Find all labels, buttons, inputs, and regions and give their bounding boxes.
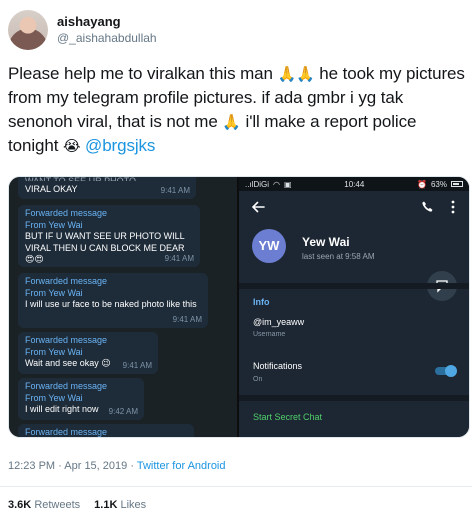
likes-label: Likes xyxy=(120,499,147,511)
message-text: I will use ur face to be naked photo lik… xyxy=(25,299,197,309)
retweets-label: Retweets xyxy=(34,499,81,511)
retweets-stat[interactable]: 3.6K Retweets xyxy=(8,499,80,511)
forwarded-label: Forwarded message xyxy=(25,427,108,437)
user-avatar[interactable] xyxy=(8,10,48,50)
tweet-source-link[interactable]: Twitter for Android xyxy=(137,460,226,472)
forwarded-label: Forwarded message xyxy=(25,208,108,218)
tweet-date[interactable]: Apr 15, 2019 xyxy=(64,460,127,472)
image-icon: ▣ xyxy=(283,179,292,189)
last-seen: last seen at 9:58 AM xyxy=(302,252,375,261)
chat-bubble: Forwarded message From Yew Wai I will us… xyxy=(18,273,208,328)
contact-name: Yew Wai xyxy=(302,235,350,249)
tweet-text: Please help me to viralkan this man 🙏🙏 h… xyxy=(8,62,468,158)
tweet-stats: 3.6K Retweets 1.1K Likes xyxy=(8,499,146,511)
message-time: 9:41 AM xyxy=(122,360,152,370)
likes-stat[interactable]: 1.1K Likes xyxy=(94,499,146,511)
chat-bubble: Forwarded message From Yew Wai BUT IF U … xyxy=(18,205,200,267)
toggle-knob xyxy=(445,365,457,377)
section-divider xyxy=(239,283,469,289)
status-clock: 10:44 xyxy=(344,179,365,189)
mention-link[interactable]: @brgsjks xyxy=(85,136,155,155)
tweet-text-part1: Please help me to viralkan this man xyxy=(8,64,278,83)
username-value[interactable]: @im_yeaww xyxy=(253,317,304,327)
status-bar-right: ⏰ 63% xyxy=(417,180,463,189)
battery-icon xyxy=(451,181,463,187)
info-section-label: Info xyxy=(253,297,270,307)
meta-separator: · xyxy=(127,460,137,472)
contact-avatar[interactable]: YW xyxy=(252,229,286,263)
more-vertical-icon[interactable] xyxy=(451,200,455,214)
profile-toolbar xyxy=(239,191,469,225)
praying-hands-icon: 🙏🙏 xyxy=(277,66,315,83)
notifications-toggle[interactable] xyxy=(435,365,457,377)
status-bar: ..ılDiGi ◠ ▣ 10:44 ⏰ 63% xyxy=(239,177,469,191)
forwarded-label: Forwarded message xyxy=(25,276,108,286)
start-secret-chat-button[interactable]: Start Secret Chat xyxy=(253,412,322,422)
tweet-media[interactable]: WANT TO SEE UR PHOTO VIRAL OKAY 9:41 AM … xyxy=(8,176,470,438)
message-time: 9:41 AM xyxy=(172,314,202,324)
user-handle[interactable]: @_aishahabdullah xyxy=(57,30,157,46)
chat-bubble: Forwarded message From Yew Wai I will ed… xyxy=(18,378,144,420)
notifications-state: On xyxy=(253,376,263,383)
back-arrow-icon[interactable] xyxy=(251,200,265,214)
message-time: 9:41 AM xyxy=(160,185,190,195)
stats-divider xyxy=(0,486,472,487)
tweet-time[interactable]: 12:23 PM xyxy=(8,460,55,472)
tweet-meta: 12:23 PM · Apr 15, 2019 · Twitter for An… xyxy=(8,460,226,472)
notifications-label: Notifications xyxy=(253,361,303,371)
display-name[interactable]: aishayang xyxy=(57,14,157,30)
praying-hands-icon: 🙏 xyxy=(222,114,241,131)
status-bar-left: ..ılDiGi ◠ ▣ xyxy=(245,180,292,189)
chat-bubble: Forwarded message xyxy=(18,424,194,437)
username-label: Username xyxy=(253,331,286,338)
retweets-count: 3.6K xyxy=(8,499,32,511)
forwarded-from: From Yew Wai xyxy=(25,392,83,403)
user-names: aishayang @_aishahabdullah xyxy=(57,14,157,46)
phone-icon[interactable] xyxy=(421,200,434,213)
crying-face-icon: 😭 xyxy=(62,138,81,155)
forwarded-label: Forwarded message xyxy=(25,381,108,391)
chat-bubble: VIRAL OKAY 9:41 AM xyxy=(18,181,196,199)
carrier-label: ..ılDiGi xyxy=(245,179,269,189)
chat-screenshot[interactable]: WANT TO SEE UR PHOTO VIRAL OKAY 9:41 AM … xyxy=(9,177,237,437)
message-time: 9:41 AM xyxy=(164,253,194,263)
tweet-header: aishayang @_aishahabdullah xyxy=(8,8,157,52)
meta-separator: · xyxy=(55,460,65,472)
forwarded-from: From Yew Wai xyxy=(25,219,83,230)
profile-screenshot[interactable]: ..ılDiGi ◠ ▣ 10:44 ⏰ 63% YW Yew Wai last… xyxy=(237,177,469,437)
forwarded-from: From Yew Wai xyxy=(25,287,83,298)
message-time: 9:42 AM xyxy=(108,406,138,416)
forwarded-label: Forwarded message xyxy=(25,335,108,345)
chat-bubble: Forwarded message From Yew Wai Wait and … xyxy=(18,332,158,374)
section-divider xyxy=(239,395,469,401)
forwarded-from: From Yew Wai xyxy=(25,346,83,357)
alarm-icon: ⏰ xyxy=(417,179,427,189)
battery-label: 63% xyxy=(430,179,447,189)
likes-count: 1.1K xyxy=(94,499,118,511)
wifi-icon: ◠ xyxy=(273,179,280,189)
